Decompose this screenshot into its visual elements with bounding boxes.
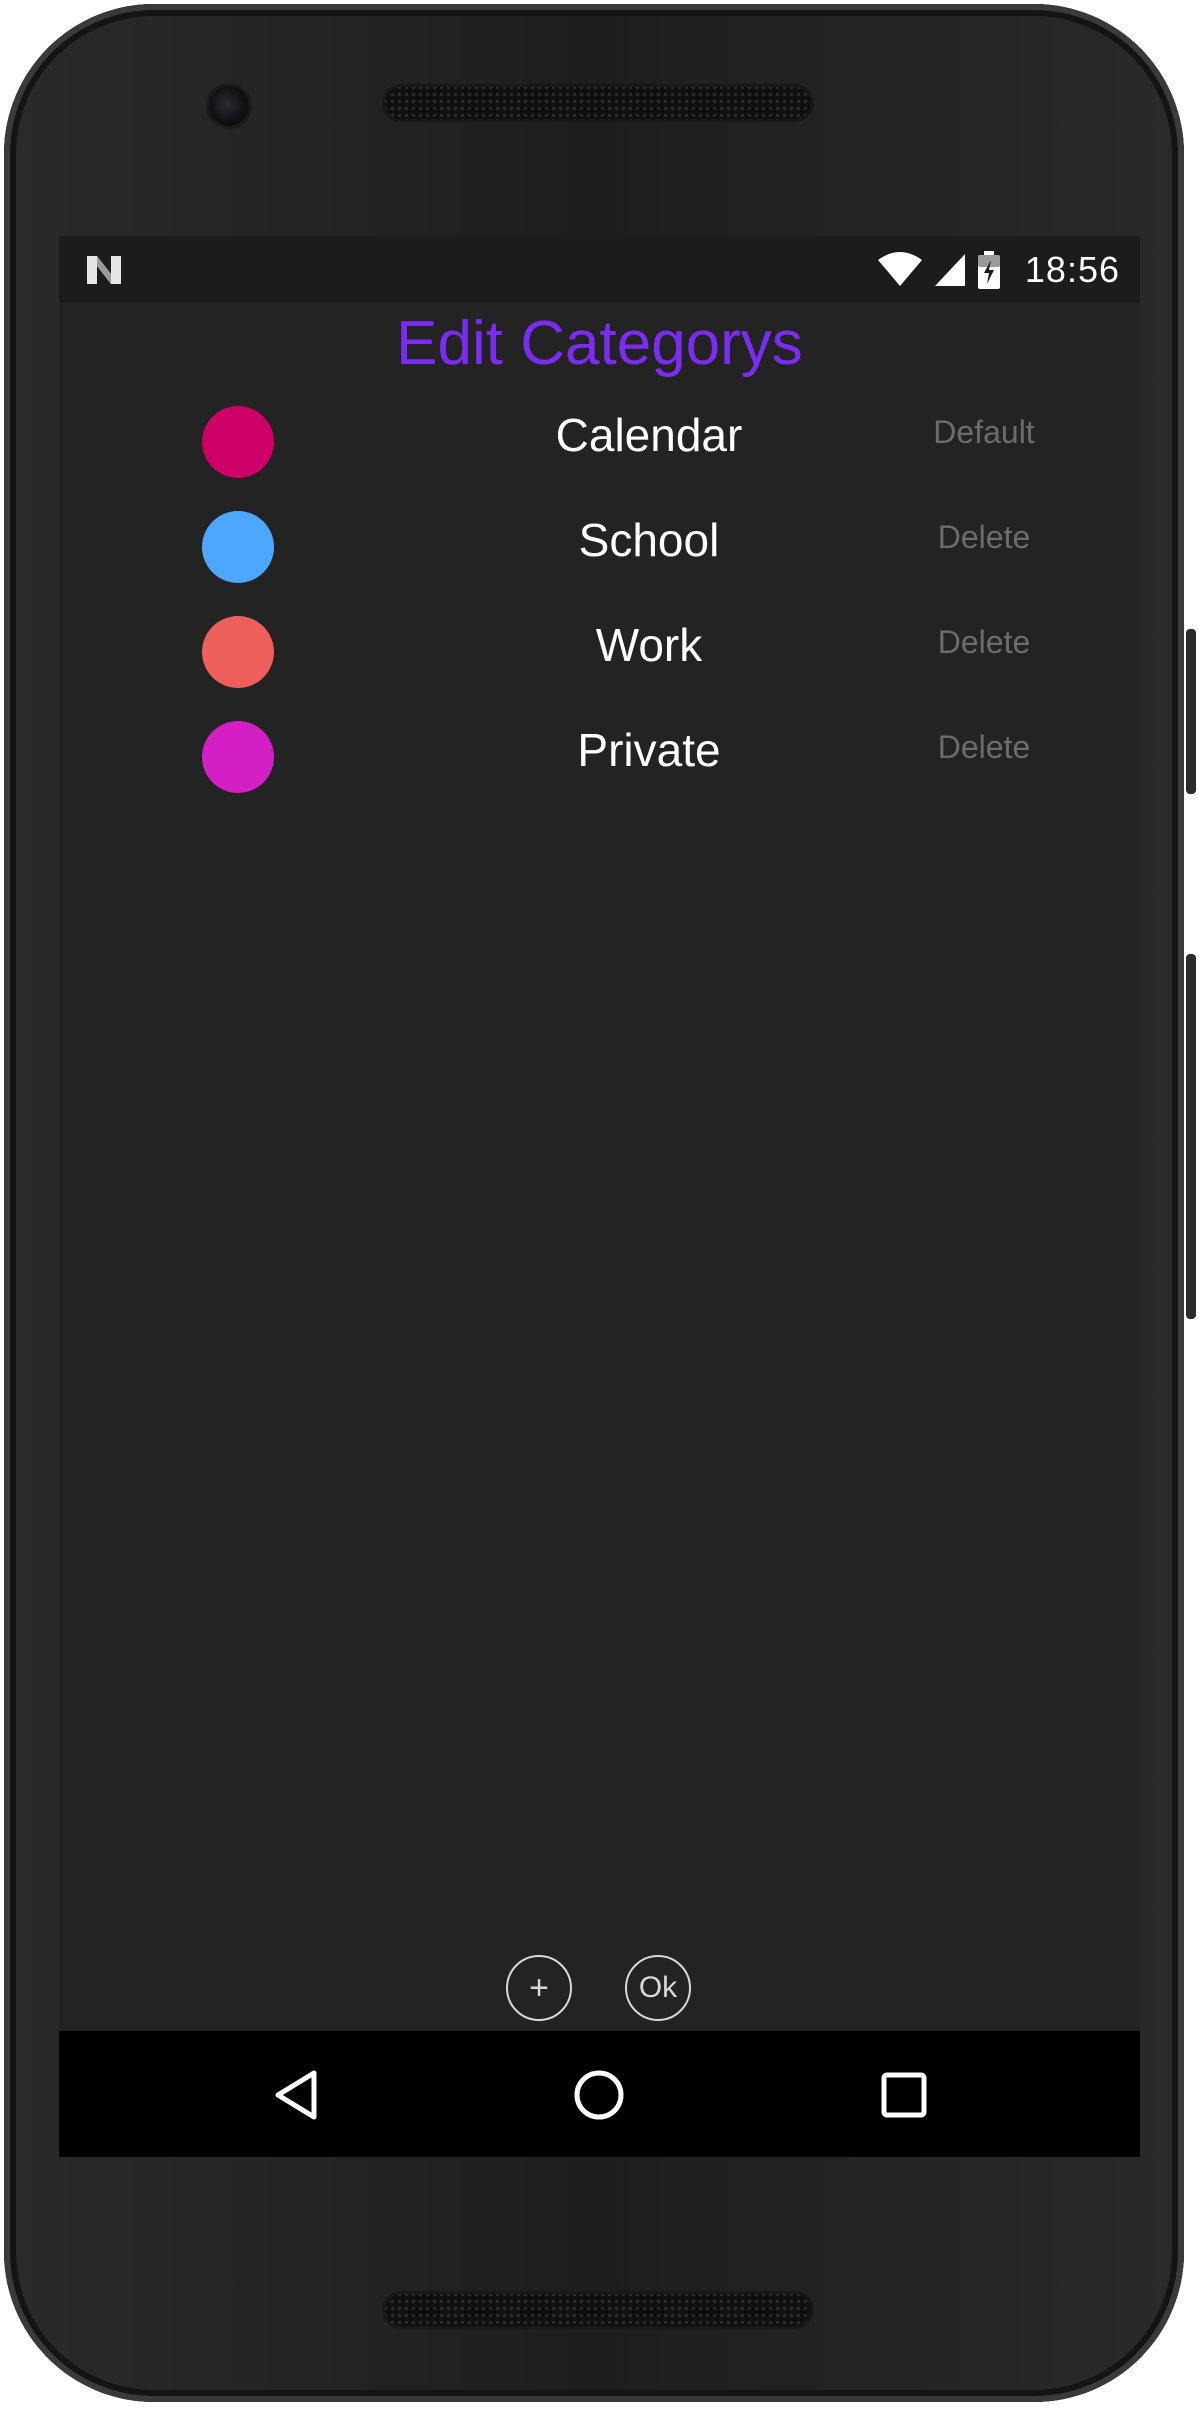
power-button [1186,629,1196,794]
category-color-swatch[interactable] [202,616,274,688]
delete-button[interactable]: Delete [849,729,1119,766]
recents-icon[interactable] [876,2067,932,2123]
bottom-speaker [382,2291,814,2329]
delete-button[interactable]: Delete [849,519,1119,556]
home-icon[interactable] [571,2067,627,2123]
front-camera [209,86,249,126]
battery-charging-icon [977,251,1000,289]
status-icons: 18:56 [877,249,1120,290]
volume-button [1186,954,1196,1319]
category-row: Calendar Default [59,406,1140,496]
category-color-swatch[interactable] [202,406,274,478]
category-name[interactable]: School [389,513,909,567]
category-name[interactable]: Calendar [389,408,909,462]
category-color-swatch[interactable] [202,721,274,793]
top-speaker [382,84,814,122]
ok-button[interactable]: Ok [625,1955,691,2021]
status-clock: 18:56 [1024,249,1120,290]
screen: 18:56 Edit Categorys Calendar Default Sc… [59,236,1140,2157]
back-icon[interactable] [268,2067,324,2123]
delete-button[interactable]: Delete [849,624,1119,661]
wifi-icon [877,252,922,286]
category-color-swatch[interactable] [202,511,274,583]
category-name[interactable]: Work [389,618,909,672]
signal-icon [934,254,965,286]
category-row: School Delete [59,511,1140,601]
category-row: Work Delete [59,616,1140,706]
n-logo-icon [87,256,121,284]
add-category-button[interactable]: + [506,1955,572,2021]
navigation-bar [59,2031,1140,2157]
status-bar: 18:56 [59,236,1140,302]
default-label: Default [933,414,1035,450]
category-name[interactable]: Private [389,723,909,777]
category-row: Private Delete [59,721,1140,811]
phone-frame: 18:56 Edit Categorys Calendar Default Sc… [4,4,1196,2402]
page-title: Edit Categorys [396,309,803,378]
